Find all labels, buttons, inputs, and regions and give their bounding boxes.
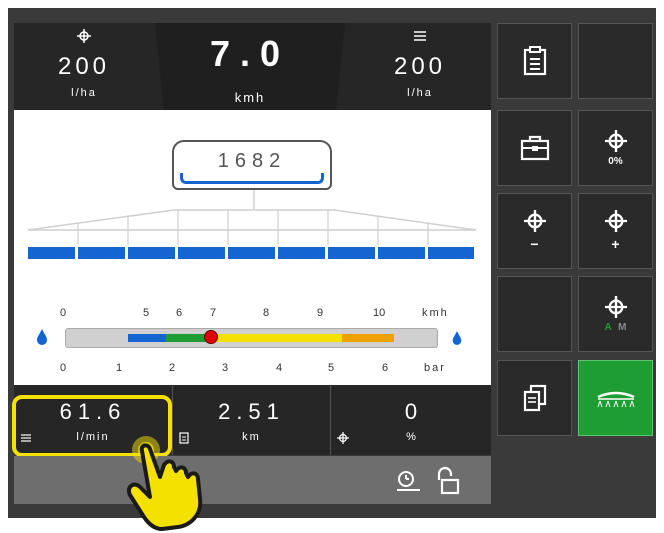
top-right-unit: l/ha (407, 87, 433, 99)
boom-section-9[interactable] (428, 247, 474, 259)
pressure-tick-3: 3 (222, 362, 229, 374)
boom-section-1[interactable] (28, 247, 75, 259)
tank-level-bar (180, 173, 324, 184)
gauge-zone-orange (342, 334, 394, 342)
rate-plus-label: + (611, 236, 620, 252)
copy-icon (523, 384, 546, 412)
speed-tick-7: 7 (210, 307, 217, 319)
distance-value: 2.51 (218, 399, 285, 424)
boom-section-8[interactable] (378, 247, 425, 259)
percent-unit: % (406, 431, 416, 443)
top-left-unit: l/ha (71, 87, 97, 99)
boom-section-7[interactable] (328, 247, 375, 259)
speed-scale-unit: kmh (422, 307, 449, 319)
top-right-value: 200 (393, 53, 447, 80)
auto-manual-button[interactable]: A M (578, 276, 653, 352)
rate-percent-label: 0% (608, 155, 623, 167)
rate-minus-button[interactable]: − (497, 193, 572, 269)
empty-button-2[interactable] (497, 276, 572, 352)
rate-gauge (65, 328, 438, 348)
clipboard-icon (523, 46, 546, 76)
top-left-value: 200 (57, 53, 111, 80)
speed-tick-10: 10 (373, 307, 386, 319)
mode-manual-label: M (618, 321, 627, 333)
rate-plus-button[interactable]: + (578, 193, 653, 269)
target-icon (604, 129, 627, 152)
mode-auto-label: A (604, 321, 612, 333)
speed-unit: kmh (234, 90, 266, 105)
unlock-icon[interactable] (432, 466, 460, 496)
boom-section-6[interactable] (278, 247, 325, 259)
boom-icon (596, 391, 635, 408)
copy-button[interactable] (497, 360, 572, 436)
gauge-zone-blue (128, 334, 166, 342)
briefcase-icon (520, 135, 549, 161)
top-right-rate[interactable]: 200 l/ha (350, 23, 490, 110)
rate-reset-button[interactable]: 0% (578, 110, 653, 186)
speed-tick-5: 5 (143, 307, 150, 319)
job-button[interactable] (497, 110, 572, 186)
target-icon (604, 295, 627, 318)
top-left-rate[interactable]: 200 l/ha (14, 23, 154, 110)
percent-value: 0 (404, 399, 418, 424)
pressure-tick-2: 2 (169, 362, 176, 374)
target-icon (414, 31, 426, 41)
boom-section-4[interactable] (178, 247, 225, 259)
large-droplet-icon (452, 331, 462, 345)
pressure-tick-0: 0 (60, 362, 67, 374)
target-icon (523, 210, 546, 232)
target-icon (604, 210, 627, 232)
timer-icon[interactable] (394, 470, 422, 492)
tank-gauge: 1682 (172, 140, 332, 190)
gauge-zone-green (166, 334, 206, 342)
target-icon (337, 432, 349, 444)
boom-frame (27, 190, 477, 245)
pressure-tick-1: 1 (116, 362, 123, 374)
gauge-indicator (204, 330, 218, 344)
pressure-tick-5: 5 (328, 362, 335, 374)
speed-tick-0: 0 (60, 307, 67, 319)
empty-button-1[interactable] (578, 23, 653, 99)
boom-master-button[interactable] (578, 360, 653, 436)
boom-section-2[interactable] (78, 247, 125, 259)
mode-labels: A M (605, 322, 627, 333)
speed-tick-9: 9 (317, 307, 324, 319)
boom-section-3[interactable] (128, 247, 175, 259)
speed-value: 7.0 (209, 33, 291, 74)
pressure-tick-4: 4 (276, 362, 283, 374)
log-button[interactable] (497, 23, 572, 99)
hand-pointer-icon (127, 436, 203, 531)
speed-tick-6: 6 (176, 307, 183, 319)
percent-field[interactable]: 0 % (331, 385, 491, 455)
small-droplet-icon (37, 329, 47, 345)
pressure-tick-6: 6 (382, 362, 389, 374)
boom-section-5[interactable] (228, 247, 275, 259)
speed-tick-8: 8 (263, 307, 270, 319)
tank-value: 1682 (217, 150, 287, 172)
gauge-zone-yellow (206, 334, 342, 342)
pressure-scale-unit: bar (424, 362, 446, 374)
target-icon (77, 29, 91, 43)
rate-minus-label: − (530, 236, 539, 252)
